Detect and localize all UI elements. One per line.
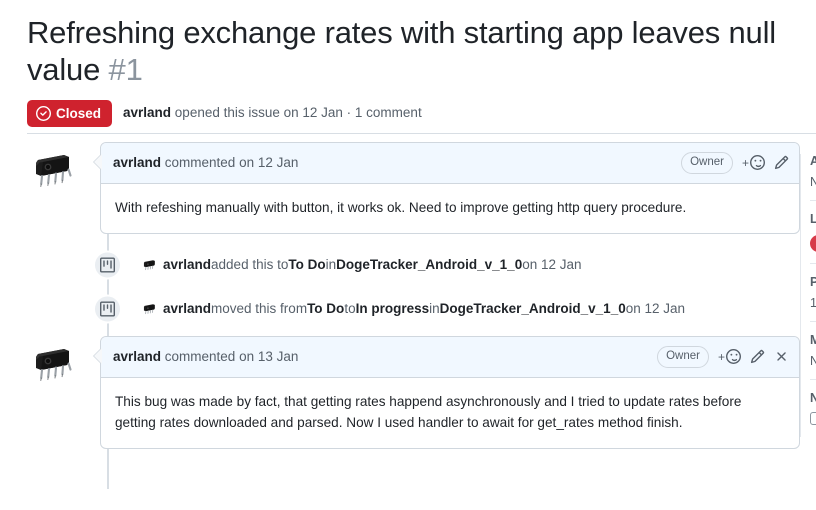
add-reaction-button[interactable]: +: [718, 349, 741, 365]
issue-page: Refreshing exchange rates with starting …: [0, 0, 816, 510]
issue-meta-text: avrland opened this issue on 12 Jan · 1 …: [123, 104, 422, 123]
issue-timeline: avrland commented on 12 Jan Owner + With…: [27, 142, 800, 489]
milestone-title: Milestone: [810, 333, 816, 347]
comment-item: avrland commented on 13 Jan Owner + This…: [27, 335, 800, 449]
event-timestamp: on 12 Jan: [625, 300, 686, 316]
comment-actions: Owner +: [673, 152, 789, 174]
issue-main-column: avrland commented on 12 Jan Owner + With…: [27, 142, 800, 489]
sidebar-section-notifications: Notifications: [810, 379, 816, 437]
close-x-icon: [774, 349, 789, 364]
comment-timestamp: commented on 12 Jan: [161, 155, 299, 171]
event-part-2: to: [344, 300, 356, 316]
comment-item: avrland commented on 12 Jan Owner + With…: [27, 142, 800, 234]
event-project-name[interactable]: DogeTracker_Android_v_1_0: [440, 299, 626, 319]
avatar[interactable]: [27, 335, 79, 388]
timeline-event: avrland added this to To Do in DogeTrack…: [27, 248, 800, 282]
status-badge-label: Closed: [56, 105, 102, 121]
status-badge[interactable]: Closed: [27, 100, 113, 127]
labels-title: Labels: [810, 212, 816, 226]
projects-value[interactable]: 1 project: [810, 296, 816, 310]
timeline-event-text: avrland moved this from To Do to In prog…: [141, 299, 685, 319]
milestone-value[interactable]: No milestone: [810, 354, 816, 368]
comment-text: This bug was made by fact, that getting …: [115, 393, 742, 430]
header-divider: [27, 133, 816, 134]
comment-card: avrland commented on 13 Jan Owner + This…: [93, 335, 800, 449]
issue-closed-icon: [36, 106, 51, 121]
pencil-icon: [774, 155, 789, 170]
comment-header: avrland commented on 13 Jan Owner +: [101, 336, 799, 378]
comment-author[interactable]: avrland: [113, 155, 161, 170]
timeline-event-text: avrland added this to To Do in DogeTrack…: [141, 255, 582, 275]
issue-meta-rest: opened this issue on 12 Jan · 1 comment: [171, 105, 422, 121]
label-chip-bug[interactable]: bug: [810, 235, 816, 252]
sidebar-section-assignees: Assignees No one—assign yourself: [810, 154, 816, 200]
event-part-1: moved this from: [211, 300, 308, 316]
avatar[interactable]: [27, 142, 79, 194]
sidebar-section-milestone: Milestone No milestone: [810, 321, 816, 379]
event-part-2: in: [325, 256, 337, 272]
comment-body: With refeshing manually with button, it …: [101, 184, 799, 233]
event-project-name[interactable]: DogeTracker_Android_v_1_0: [336, 255, 522, 275]
add-reaction-button[interactable]: +: [742, 155, 765, 171]
event-author[interactable]: avrland: [163, 299, 211, 319]
issue-sidebar: Assignees No one—assign yourself Labels …: [800, 154, 816, 437]
mini-avatar[interactable]: [141, 300, 158, 318]
issue-author[interactable]: avrland: [123, 105, 171, 120]
issue-body-wrap: avrland commented on 12 Jan Owner + With…: [0, 142, 816, 510]
comment-card: avrland commented on 12 Jan Owner + With…: [93, 142, 800, 234]
mini-avatar[interactable]: [141, 256, 158, 274]
projects-title: Projects: [810, 275, 816, 289]
issue-number: #1: [108, 52, 143, 87]
comment-header-text: avrland commented on 13 Jan: [113, 349, 298, 364]
project-board-icon: [93, 250, 122, 280]
comment-timestamp: commented on 13 Jan: [161, 349, 299, 365]
event-column-from: To Do: [307, 300, 345, 316]
assignees-value[interactable]: No one—assign yourself: [810, 175, 816, 189]
event-part-3: in: [429, 300, 440, 316]
pencil-icon: [750, 349, 765, 364]
comment-author[interactable]: avrland: [113, 349, 161, 364]
sidebar-section-projects: Projects 1 project: [810, 263, 816, 321]
smiley-plus-icon: [750, 155, 765, 171]
timeline-event: avrland moved this from To Do to In prog…: [27, 292, 800, 326]
page-title: Refreshing exchange rates with starting …: [27, 14, 816, 88]
assignees-title: Assignees: [810, 154, 816, 168]
smiley-plus-icon: [726, 349, 741, 365]
comment-body: This bug was made by fact, that getting …: [101, 378, 799, 448]
issue-header: Refreshing exchange rates with starting …: [0, 0, 816, 127]
edit-comment-button[interactable]: [774, 155, 789, 170]
event-timestamp: on 12 Jan: [522, 256, 582, 272]
notifications-value[interactable]: [810, 412, 816, 426]
edit-comment-button[interactable]: [750, 349, 765, 364]
author-association-badge: Owner: [681, 152, 733, 174]
event-author[interactable]: avrland: [163, 255, 211, 275]
event-column-to: In progress: [355, 300, 430, 316]
comment-actions: Owner +: [649, 345, 789, 368]
comment-header-text: avrland commented on 12 Jan: [113, 155, 298, 170]
subscribe-checkbox-icon[interactable]: [810, 412, 816, 425]
issue-meta-row: Closed avrland opened this issue on 12 J…: [27, 100, 816, 127]
delete-comment-button[interactable]: [774, 349, 789, 364]
sidebar-section-labels: Labels bug: [810, 200, 816, 263]
event-column-from: To Do: [288, 256, 326, 272]
author-association-badge: Owner: [657, 345, 709, 368]
comment-header: avrland commented on 12 Jan Owner +: [101, 143, 799, 184]
event-part-1: added this to: [211, 256, 289, 272]
comment-text: With refeshing manually with button, it …: [115, 199, 687, 215]
notifications-title: Notifications: [810, 391, 816, 405]
project-board-icon: [93, 294, 122, 324]
